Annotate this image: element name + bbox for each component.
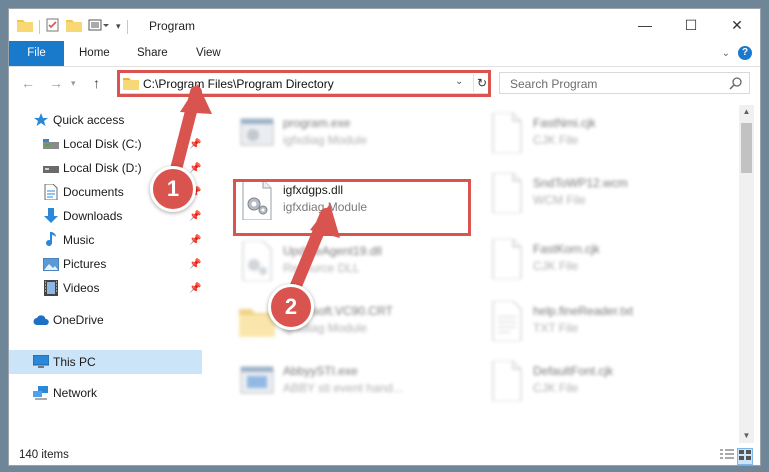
scroll-thumb[interactable] — [741, 123, 752, 173]
pin-icon[interactable]: 📌 — [189, 211, 201, 222]
list-item[interactable]: AbbyySTI.exe ABBY sti event hand... — [239, 359, 479, 403]
network-icon — [33, 385, 49, 401]
list-item[interactable]: DefaultFont.cjk CJK File — [489, 359, 729, 403]
sidebar-item-music[interactable]: Music 📌 — [9, 229, 202, 251]
toolbar-separator — [39, 19, 40, 34]
status-bar: 140 items — [9, 445, 760, 465]
new-folder-icon[interactable] — [66, 18, 82, 35]
pin-icon[interactable]: 📌 — [189, 259, 201, 270]
up-arrow-icon[interactable]: ↑ — [93, 75, 100, 91]
drive-icon — [43, 136, 59, 152]
exe-file-icon — [240, 366, 274, 394]
pin-icon[interactable]: 📌 — [189, 163, 201, 174]
list-item[interactable]: SndToWP12.wcm WCM File — [489, 171, 729, 215]
item-count: 140 items — [19, 449, 69, 461]
list-item[interactable]: UpdateAgent19.dll Resource DLL — [239, 239, 479, 283]
details-view-icon[interactable] — [720, 449, 734, 464]
sidebar-item-this-pc[interactable]: This PC — [9, 350, 202, 374]
folder-icon — [17, 18, 33, 35]
sidebar-item-videos[interactable]: Videos 📌 — [9, 277, 202, 299]
list-item[interactable]: FastKorn.cjk CJK File — [489, 237, 729, 281]
scroll-up-icon[interactable]: ▲ — [739, 105, 754, 119]
list-item[interactable]: program.exe igfxdiag Module — [239, 111, 479, 155]
generic-file-icon — [492, 361, 522, 401]
navigation-pane: Quick access Local Disk (C:) 📌 Local Dis… — [9, 105, 204, 445]
tab-file[interactable]: File — [9, 41, 64, 66]
recent-locations-icon[interactable]: ▾ — [71, 78, 76, 89]
file-list: program.exe igfxdiag Module igfxdgps.dll… — [211, 99, 737, 444]
window-title: Program — [149, 19, 196, 33]
sidebar-item-network[interactable]: Network — [9, 382, 202, 404]
step-1-badge: 1 — [150, 166, 196, 212]
search-placeholder: Search Program — [510, 77, 598, 91]
pin-icon[interactable]: 📌 — [189, 283, 201, 294]
exe-file-icon — [240, 118, 274, 146]
large-icons-view-icon[interactable] — [737, 448, 753, 465]
music-icon — [43, 232, 59, 248]
title-bar: ▾ Program — ☐ ✕ — [9, 9, 760, 41]
cloud-icon — [33, 312, 49, 328]
search-input[interactable]: Search Program — [499, 72, 750, 94]
sidebar-item-onedrive[interactable]: OneDrive — [9, 309, 202, 331]
list-item[interactable]: help.fineReader.txt TXT File — [489, 299, 729, 343]
pictures-icon — [43, 256, 59, 272]
generic-file-icon — [492, 113, 522, 153]
maximize-button[interactable]: ☐ — [668, 9, 714, 41]
forward-arrow-icon[interactable]: → — [49, 75, 63, 91]
file-explorer-window: ▾ Program — ☐ ✕ File Home Share View ⌄ ?… — [8, 8, 761, 466]
close-button[interactable]: ✕ — [714, 9, 760, 41]
sidebar-item-quick-access[interactable]: Quick access — [9, 109, 202, 131]
tab-home[interactable]: Home — [79, 41, 110, 66]
selected-file-highlight — [233, 179, 471, 236]
expand-ribbon-icon[interactable]: ⌄ — [722, 48, 730, 59]
pin-icon[interactable]: 📌 — [189, 139, 201, 150]
ribbon-tabs: File Home Share View ⌄ ? — [9, 41, 760, 67]
video-icon — [43, 280, 59, 296]
ribbon-right-controls: ⌄ ? — [722, 46, 752, 60]
search-icon[interactable] — [729, 76, 743, 93]
dll-gear-file-icon — [242, 241, 272, 281]
window-controls: — ☐ ✕ — [622, 9, 760, 41]
customize-toolbar-icon[interactable] — [88, 18, 110, 35]
download-icon — [43, 208, 59, 224]
quick-access-toolbar: ▾ — [17, 18, 128, 35]
sidebar-item-pictures[interactable]: Pictures 📌 — [9, 253, 202, 275]
star-icon — [33, 112, 49, 128]
pin-icon[interactable]: 📌 — [189, 235, 201, 246]
tab-share[interactable]: Share — [137, 41, 168, 66]
text-file-icon — [492, 301, 522, 341]
back-arrow-icon[interactable]: ← — [21, 75, 35, 91]
list-item[interactable]: FastNmi.cjk CJK File — [489, 111, 729, 155]
help-icon[interactable]: ? — [738, 46, 752, 60]
generic-file-icon — [492, 239, 522, 279]
minimize-button[interactable]: — — [622, 9, 668, 41]
generic-file-icon — [492, 173, 522, 213]
sidebar-item-local-disk-c[interactable]: Local Disk (C:) 📌 — [9, 133, 202, 155]
drive-icon — [43, 160, 59, 176]
tab-view[interactable]: View — [196, 41, 221, 66]
toolbar-separator — [126, 19, 128, 34]
properties-icon[interactable] — [46, 18, 60, 35]
dropdown-arrow-icon[interactable]: ▾ — [116, 21, 121, 32]
scroll-down-icon[interactable]: ▼ — [739, 429, 754, 443]
vertical-scrollbar[interactable]: ▲ ▼ — [739, 105, 754, 443]
view-toggle — [720, 448, 753, 465]
step-2-badge: 2 — [268, 284, 314, 330]
address-bar-highlight — [117, 70, 491, 97]
documents-icon — [43, 184, 59, 200]
computer-icon — [33, 354, 49, 370]
